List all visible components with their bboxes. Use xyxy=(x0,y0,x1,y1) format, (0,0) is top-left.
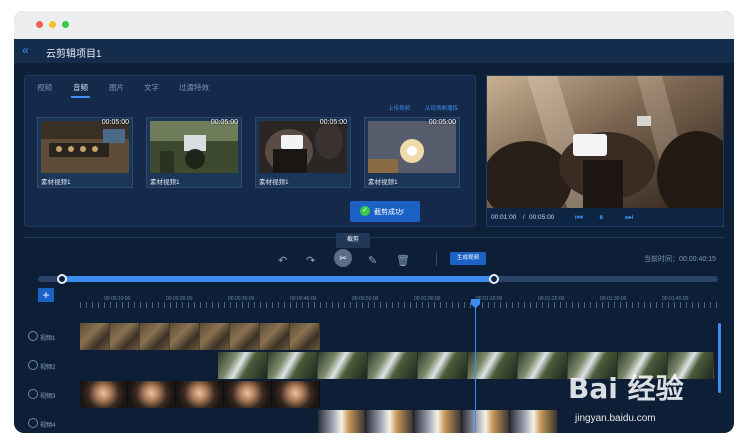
video-preview: 00:01:00 / 00:05:00 ⏮ ⏸ ⏭ xyxy=(486,75,724,227)
clip-thumbnail xyxy=(259,121,347,173)
media-clip-4[interactable]: 00:05:00 素材视频1 xyxy=(364,117,460,188)
clip-name: 素材视频1 xyxy=(368,179,398,186)
preview-time-current: 00:01:00 xyxy=(491,214,517,221)
close-window-dot[interactable] xyxy=(36,21,43,28)
range-end-handle[interactable] xyxy=(489,274,499,284)
clip-duration: 00:05:00 xyxy=(319,119,347,126)
clip-duration: 00:05:00 xyxy=(210,119,238,126)
playhead-line xyxy=(475,306,476,431)
preview-frame xyxy=(487,76,723,221)
check-icon: ✓ xyxy=(360,206,370,216)
ruler-tick: 00:01:00:00 xyxy=(414,296,441,302)
track-1-clip[interactable] xyxy=(80,323,320,350)
title-bar xyxy=(14,11,734,39)
track-label-4: 视频4 xyxy=(40,423,56,429)
track-label-3: 视频3 xyxy=(40,394,56,400)
pause-icon[interactable]: ⏸ xyxy=(599,212,604,223)
track-4-icon xyxy=(28,418,38,428)
track-label-1: 视频1 xyxy=(40,336,56,342)
track-1-icon xyxy=(28,331,38,341)
track-3-icon xyxy=(28,389,38,399)
minimize-window-dot[interactable] xyxy=(49,21,56,28)
clip-duration: 00:05:00 xyxy=(428,119,456,126)
trash-icon[interactable]: 🗑 xyxy=(396,254,410,267)
redo-icon[interactable]: ↷ xyxy=(306,254,315,267)
preview-controls: 00:01:00 / 00:05:00 ⏮ ⏸ ⏭ xyxy=(487,208,723,226)
current-time-label: 当前时间： xyxy=(644,256,679,263)
ruler-tick: 00:00:10:00 xyxy=(104,296,131,302)
clip-name: 素材视频1 xyxy=(150,179,180,186)
current-time-value: 00:00:40:15 xyxy=(679,256,716,263)
cut-success-toast: ✓ 截剪成功! xyxy=(350,201,420,222)
tab-audio[interactable]: 音频 xyxy=(71,82,90,98)
add-icon[interactable]: + xyxy=(38,288,54,302)
clip-name: 素材视频1 xyxy=(41,179,71,186)
ruler-tick: 00:00:50:00 xyxy=(352,296,379,302)
next-icon[interactable]: ⏭ xyxy=(625,212,633,223)
undo-icon[interactable]: ↶ xyxy=(278,254,287,267)
ruler-tick: 00:00:40:00 xyxy=(290,296,317,302)
range-slider-fill xyxy=(62,276,494,282)
edit-icon[interactable]: ✎ xyxy=(368,254,377,267)
ruler-tick: 00:00:30:00 xyxy=(228,296,255,302)
clip-thumbnail xyxy=(150,121,238,173)
toast-message: 截剪成功! xyxy=(374,209,404,216)
vertical-scrollbar[interactable] xyxy=(718,323,721,393)
prev-icon[interactable]: ⏮ xyxy=(575,212,583,223)
clip-duration: 00:05:00 xyxy=(101,119,129,126)
track-label-2: 视频2 xyxy=(40,365,56,371)
ruler-tick: 00:01:40:00 xyxy=(662,296,689,302)
generate-video-button[interactable]: 生成视频 xyxy=(450,252,486,265)
tab-text[interactable]: 文字 xyxy=(144,82,159,93)
project-title: 云剪辑项目1 xyxy=(46,49,102,60)
track-3-clip[interactable] xyxy=(80,381,320,408)
scissors-icon[interactable]: ✂ xyxy=(334,249,352,267)
cut-tooltip: 截剪 xyxy=(336,233,370,248)
back-icon[interactable]: « xyxy=(22,43,29,57)
tab-image[interactable]: 图片 xyxy=(109,82,124,93)
preview-time-separator: / xyxy=(523,214,525,221)
clip-thumbnail xyxy=(41,121,129,173)
preview-time-total: 00:05:00 xyxy=(529,214,555,221)
app-header: « 云剪辑项目1 xyxy=(14,39,734,63)
range-start-handle[interactable] xyxy=(57,274,67,284)
clip-thumbnail xyxy=(368,121,456,173)
ruler-tick: 00:01:20:00 xyxy=(538,296,565,302)
media-clip-2[interactable]: 00:05:00 素材视频1 xyxy=(146,117,242,188)
import-from-live-link[interactable]: 从现场断播拣 xyxy=(425,104,458,112)
current-time: 当前时间：00:00:40:15 xyxy=(644,254,716,264)
tab-video[interactable]: 视频 xyxy=(37,82,52,93)
divider xyxy=(436,252,437,266)
ruler-tick: 00:01:30:00 xyxy=(600,296,627,302)
tab-transition-effects[interactable]: 过渡特效 xyxy=(179,82,209,93)
watermark-url: jingyan.baidu.com xyxy=(575,413,656,424)
track-4-clip[interactable] xyxy=(318,410,558,433)
upload-video-link[interactable]: 上传视频 xyxy=(388,104,410,112)
track-2-icon xyxy=(28,360,38,370)
watermark-logo: Bai 经验 xyxy=(568,372,684,405)
ruler-tick: 00:00:20:00 xyxy=(166,296,193,302)
media-library-panel: 视频 音频 图片 文字 过渡特效 上传视频 从现场断播拣 00:05:00 素材… xyxy=(24,75,476,227)
time-ruler xyxy=(80,302,720,308)
media-clip-3[interactable]: 00:05:00 素材视频1 xyxy=(255,117,351,188)
clip-name: 素材视频1 xyxy=(259,179,289,186)
media-clip-1[interactable]: 00:05:00 素材视频1 xyxy=(37,117,133,188)
maximize-window-dot[interactable] xyxy=(62,21,69,28)
